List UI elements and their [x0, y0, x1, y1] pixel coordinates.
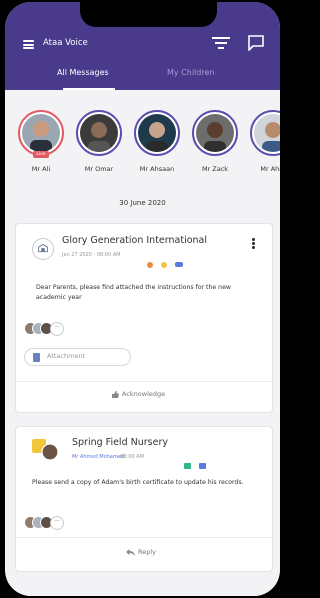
- tag-yellow-icon: [161, 261, 168, 268]
- story-name: Mr Omar: [84, 165, 114, 173]
- message-text: Dear Parents, please find attached the i…: [36, 284, 231, 301]
- reply-icon: [126, 548, 135, 556]
- message-time: · 08:00 AM: [117, 454, 144, 460]
- teacher-stories: Live Mr Ali Mr Omar Mr Ahsaan Mr Zack Mr…: [5, 110, 280, 185]
- bottom-safe-area: [5, 580, 280, 596]
- story-name: Mr Zack: [201, 165, 229, 173]
- story-mr-omar[interactable]: Mr Omar: [74, 110, 124, 173]
- story-name: Mr Ahsaan: [139, 165, 175, 173]
- story-mr-ali[interactable]: Live Mr Ali: [16, 110, 66, 173]
- app-title: Ataa Voice: [43, 38, 88, 48]
- avatar-ring: [76, 110, 122, 156]
- reply-label: Reply: [138, 548, 157, 556]
- avatar: [254, 114, 280, 152]
- tab-my-children[interactable]: My Children: [167, 68, 214, 77]
- more-readers-button[interactable]: ···: [50, 516, 64, 530]
- avatar: [22, 114, 60, 152]
- story-name: Mr Ali: [31, 165, 51, 173]
- school-logo-icon: [32, 439, 59, 461]
- reply-button[interactable]: Reply: [126, 548, 156, 556]
- school-logo-icon: [32, 238, 54, 260]
- message-card[interactable]: Glory Generation International Jan 27 20…: [15, 223, 273, 413]
- more-options-icon[interactable]: [252, 238, 256, 250]
- message-text: Please send a copy of Adam's birth certi…: [32, 479, 244, 486]
- tag-green-icon: [184, 463, 191, 469]
- filter-icon[interactable]: [212, 36, 230, 50]
- thumbs-up-icon: [112, 391, 119, 398]
- active-tab-indicator: [63, 88, 115, 90]
- phone-frame: Ataa Voice All Messages My Children Live…: [0, 0, 285, 598]
- sender-avatars: [32, 439, 60, 461]
- message-tags: [184, 454, 209, 473]
- chat-icon[interactable]: [247, 34, 265, 52]
- date-separator: 30 June 2020: [119, 199, 166, 207]
- message-date: Jan 27 2020 · 08:00 AM: [62, 252, 121, 258]
- attachment-button[interactable]: Attachment: [24, 348, 131, 366]
- more-readers-button[interactable]: ···: [50, 322, 64, 336]
- avatar-ring: [134, 110, 180, 156]
- tag-blue-icon: [199, 463, 207, 469]
- message-card[interactable]: Spring Field Nursery Mr Ahmed Mohamed · …: [15, 426, 273, 572]
- tag-blue-icon: [175, 262, 184, 267]
- avatar: [138, 114, 176, 152]
- tag-orange-icon: [147, 261, 153, 268]
- avatar-ring: [192, 110, 238, 156]
- divider: [16, 537, 272, 538]
- story-mr-zack[interactable]: Mr Zack: [190, 110, 240, 173]
- app-screen: Ataa Voice All Messages My Children Live…: [5, 2, 280, 596]
- story-mr-ahsaan[interactable]: Mr Ahsaan: [132, 110, 182, 173]
- message-tags: [147, 254, 186, 273]
- tab-all-messages[interactable]: All Messages: [57, 68, 109, 77]
- school-name: Glory Generation International: [62, 235, 208, 246]
- message-tabs: All Messages My Children: [5, 64, 280, 90]
- live-badge: Live: [33, 151, 49, 158]
- device-notch: [80, 2, 217, 27]
- attachment-label: Attachment: [47, 352, 86, 360]
- document-icon: [33, 353, 40, 362]
- acknowledge-button[interactable]: Acknowledge: [111, 390, 165, 398]
- avatar-ring: [250, 110, 280, 156]
- story-name: Mr Ahm: [260, 165, 280, 173]
- divider: [16, 381, 272, 382]
- avatar-ring: Live: [18, 110, 64, 158]
- school-name: Spring Field Nursery: [72, 437, 168, 448]
- acknowledge-label: Acknowledge: [122, 390, 166, 398]
- avatar: [80, 114, 118, 152]
- menu-icon[interactable]: [23, 40, 34, 49]
- story-mr-ahm[interactable]: Mr Ahm: [248, 110, 280, 173]
- avatar: [196, 114, 234, 152]
